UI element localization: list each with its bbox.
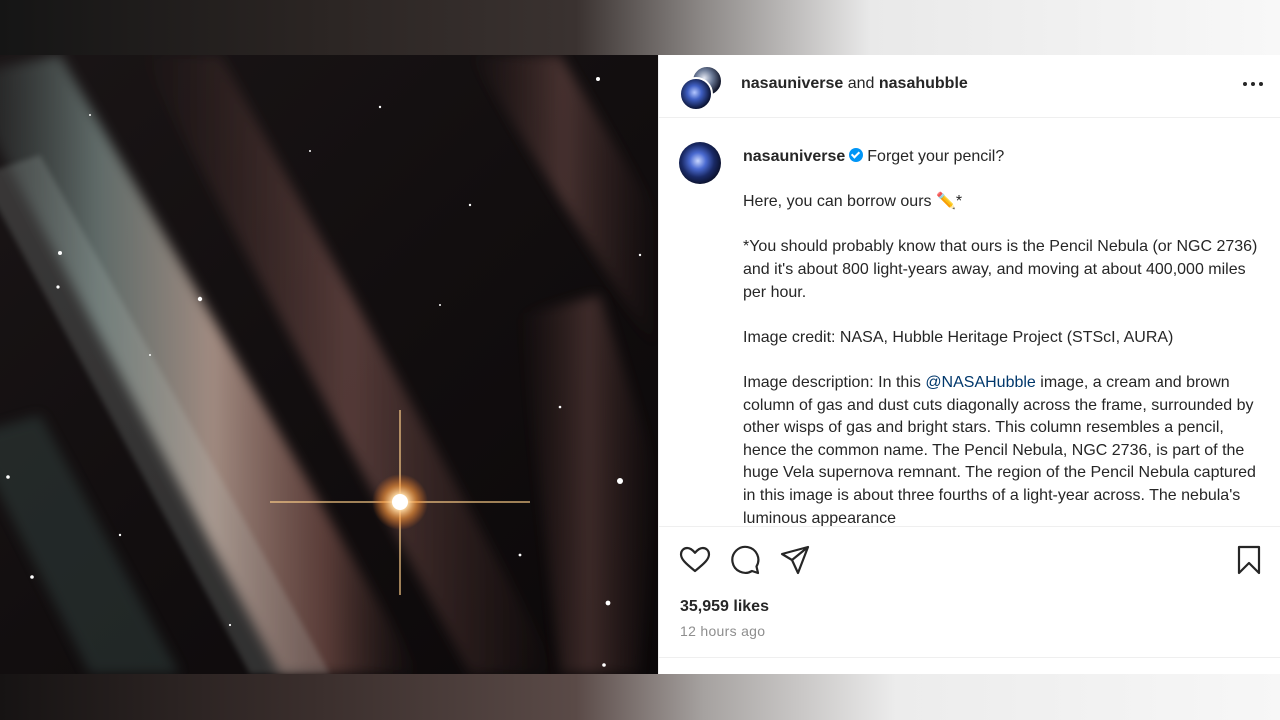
post-image[interactable] <box>0 55 658 674</box>
caption-line2: Here, you can borrow ours <box>743 193 936 211</box>
caption-para5-rest: image, a cream and brown column of gas a… <box>743 373 1256 527</box>
likes-count[interactable]: 35,959 likes <box>680 598 769 616</box>
caption-area[interactable]: nasauniverse Forget your pencil? Here, yo… <box>659 118 1280 527</box>
post-header: nasauniverse and nasahubble <box>659 55 1280 118</box>
mention-link[interactable]: @NASAHubble <box>925 374 1036 391</box>
post-timestamp[interactable]: 12 hours ago <box>680 623 765 639</box>
avatar-nasauniverse[interactable] <box>679 77 713 111</box>
caption-para4: Image credit: NASA, Hubble Heritage Proj… <box>743 328 1174 346</box>
share-icon[interactable] <box>779 544 811 576</box>
pencil-emoji-icon: ✏️ <box>935 193 956 211</box>
heart-icon[interactable] <box>679 544 711 576</box>
blurred-bottom-band <box>0 674 1280 720</box>
caption-username[interactable]: nasauniverse <box>743 148 845 165</box>
bookmark-icon[interactable] <box>1233 544 1265 576</box>
username-link-partner[interactable]: nasahubble <box>879 75 968 92</box>
collab-names: nasauniverse and nasahubble <box>741 75 968 93</box>
nebula-image <box>0 55 658 674</box>
caption-text: nasauniverse Forget your pencil? Here, yo… <box>743 146 1258 527</box>
caption-avatar[interactable] <box>679 142 721 184</box>
action-bar <box>679 544 1261 576</box>
comment-icon[interactable] <box>729 544 761 576</box>
caption-para3: *You should probably know that ours is t… <box>743 238 1258 301</box>
caption-para5-prefix: Image description: In this <box>743 373 926 391</box>
panel-divider <box>659 657 1280 658</box>
verified-badge-icon <box>849 148 864 162</box>
username-link-owner[interactable]: nasauniverse <box>741 75 843 92</box>
collab-joiner: and <box>843 75 879 92</box>
post-details-panel: nasauniverse and nasahubble nasauniverse… <box>658 55 1280 674</box>
more-horizontal-icon[interactable] <box>1243 82 1263 86</box>
caption-line1: Forget your pencil? <box>867 148 1005 165</box>
blurred-top-band <box>0 0 1280 55</box>
caption-line2-tail: * <box>955 193 963 211</box>
collab-avatars[interactable] <box>679 65 725 111</box>
